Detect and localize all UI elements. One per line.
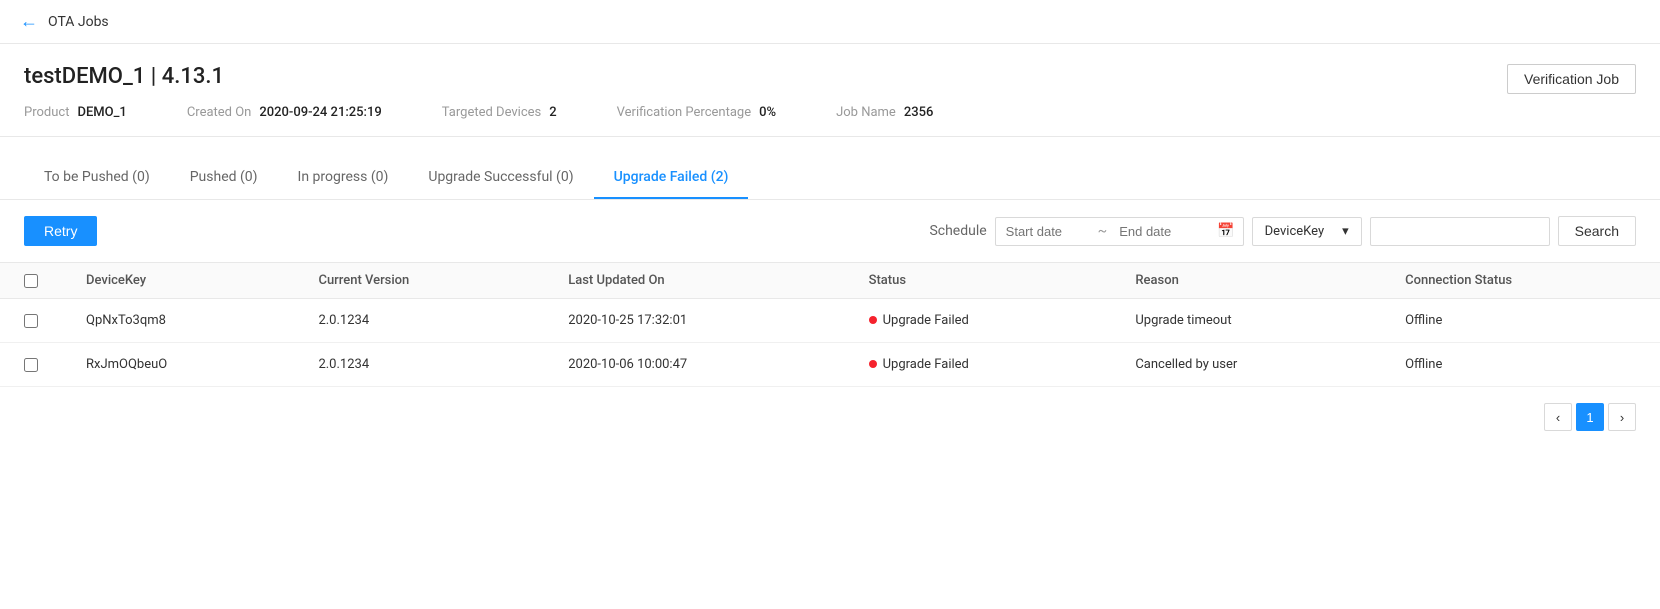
table-row: RxJmOQbeuO 2.0.1234 2020-10-06 10:00:47 … [0, 343, 1660, 387]
col-checkbox [0, 263, 62, 299]
cell-current-version: 2.0.1234 [294, 343, 544, 387]
cell-last-updated: 2020-10-06 10:00:47 [544, 343, 844, 387]
schedule-area: Schedule ~ 📅 DeviceKey ▾ Search [929, 216, 1636, 246]
cell-device-key: QpNxTo3qm8 [62, 299, 294, 343]
meta-info: Product DEMO_1 Created On 2020-09-24 21:… [24, 105, 933, 120]
next-page-button[interactable]: › [1608, 403, 1636, 431]
col-last-updated: Last Updated On [544, 263, 844, 299]
search-button[interactable]: Search [1558, 216, 1636, 246]
product-value: DEMO_1 [77, 105, 126, 120]
toolbar: Retry Schedule ~ 📅 DeviceKey ▾ Search [0, 200, 1660, 262]
status-dot-icon [869, 360, 877, 368]
back-button[interactable]: ← [20, 11, 38, 32]
job-name-label: Job Name [836, 105, 896, 120]
targeted-devices-value: 2 [549, 105, 556, 120]
pagination: ‹ 1 › [0, 387, 1660, 447]
cell-connection-status: Offline [1381, 299, 1660, 343]
verification-pct-info: Verification Percentage 0% [617, 105, 776, 120]
col-current-version: Current Version [294, 263, 544, 299]
back-icon: ← [20, 11, 38, 32]
row-checkbox-cell [0, 343, 62, 387]
prev-page-button[interactable]: ‹ [1544, 403, 1572, 431]
job-name-value: 2356 [904, 105, 934, 120]
retry-button[interactable]: Retry [24, 216, 97, 246]
cell-last-updated: 2020-10-25 17:32:01 [544, 299, 844, 343]
job-title: testDEMO_1 | 4.13.1 [24, 64, 933, 89]
verification-pct-value: 0% [759, 105, 776, 120]
start-date-input[interactable] [996, 218, 1096, 245]
row-checkbox-cell [0, 299, 62, 343]
cell-reason: Cancelled by user [1111, 343, 1381, 387]
select-all-checkbox[interactable] [24, 274, 38, 288]
cell-reason: Upgrade timeout [1111, 299, 1381, 343]
page-1-button[interactable]: 1 [1576, 403, 1604, 431]
date-range-picker[interactable]: ~ 📅 [995, 217, 1244, 246]
tab-in-progress[interactable]: In progress (0) [278, 157, 409, 199]
product-info: Product DEMO_1 [24, 105, 127, 120]
row-checkbox-1[interactable] [24, 358, 38, 372]
chevron-down-icon: ▾ [1342, 224, 1349, 239]
targeted-devices-label: Targeted Devices [442, 105, 542, 120]
devices-table: DeviceKey Current Version Last Updated O… [0, 262, 1660, 387]
header-section: testDEMO_1 | 4.13.1 Product DEMO_1 Creat… [0, 44, 1660, 137]
col-connection-status: Connection Status [1381, 263, 1660, 299]
tab-upgrade-failed[interactable]: Upgrade Failed (2) [594, 157, 749, 199]
page-title: OTA Jobs [48, 14, 109, 30]
product-label: Product [24, 105, 69, 120]
cell-status: Upgrade Failed [845, 343, 1112, 387]
schedule-label: Schedule [929, 223, 986, 239]
cell-current-version: 2.0.1234 [294, 299, 544, 343]
date-separator: ~ [1096, 223, 1110, 239]
tab-pushed[interactable]: Pushed (0) [170, 157, 278, 199]
col-reason: Reason [1111, 263, 1381, 299]
search-input[interactable] [1370, 217, 1550, 246]
filter-value: DeviceKey [1265, 224, 1324, 239]
verification-job-button[interactable]: Verification Job [1507, 64, 1636, 94]
verification-pct-label: Verification Percentage [617, 105, 751, 120]
cell-device-key: RxJmOQbeuO [62, 343, 294, 387]
tab-to-be-pushed[interactable]: To be Pushed (0) [24, 157, 170, 199]
cell-status: Upgrade Failed [845, 299, 1112, 343]
row-checkbox-0[interactable] [24, 314, 38, 328]
tabs: To be Pushed (0) Pushed (0) In progress … [24, 157, 1636, 199]
col-status: Status [845, 263, 1112, 299]
top-bar: ← OTA Jobs [0, 0, 1660, 44]
table-header-row: DeviceKey Current Version Last Updated O… [0, 263, 1660, 299]
status-dot-icon [869, 316, 877, 324]
end-date-input[interactable] [1109, 218, 1209, 245]
tabs-section: To be Pushed (0) Pushed (0) In progress … [0, 157, 1660, 200]
created-on-value: 2020-09-24 21:25:19 [259, 105, 381, 120]
targeted-devices-info: Targeted Devices 2 [442, 105, 557, 120]
job-name-info: Job Name 2356 [836, 105, 933, 120]
calendar-icon: 📅 [1209, 223, 1242, 239]
col-device-key: DeviceKey [62, 263, 294, 299]
created-on-label: Created On [187, 105, 252, 120]
cell-connection-status: Offline [1381, 343, 1660, 387]
filter-select[interactable]: DeviceKey ▾ [1252, 217, 1362, 246]
created-on-info: Created On 2020-09-24 21:25:19 [187, 105, 382, 120]
table-row: QpNxTo3qm8 2.0.1234 2020-10-25 17:32:01 … [0, 299, 1660, 343]
tab-upgrade-successful[interactable]: Upgrade Successful (0) [408, 157, 593, 199]
